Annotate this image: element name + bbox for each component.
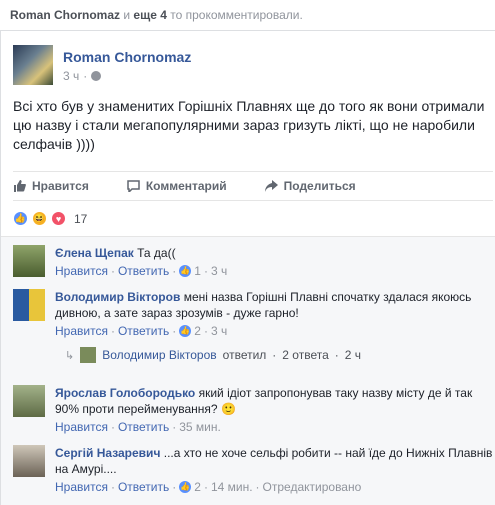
commenter-name[interactable]: Єлена Щепак	[55, 246, 134, 260]
comment-button[interactable]: Комментарий	[127, 179, 227, 193]
comment-like-link[interactable]: Нравится	[55, 480, 108, 494]
commenter-avatar[interactable]	[13, 245, 45, 277]
comment-body: Єлена Щепак Та да((	[55, 245, 495, 261]
comment-like-link[interactable]: Нравится	[55, 264, 108, 278]
reactions-count: 17	[74, 211, 88, 226]
post-time[interactable]: 3 ч	[63, 69, 79, 83]
love-reaction-icon: ♥	[51, 211, 66, 226]
comment-reply-link[interactable]: Ответить	[118, 480, 169, 494]
comment-likes[interactable]: 2	[194, 480, 201, 494]
reply-time: 2 ч	[344, 348, 362, 362]
like-count-icon: 👍	[179, 481, 192, 493]
post-actions: Нравится Комментарий Поделиться	[13, 171, 493, 201]
globe-icon[interactable]	[91, 71, 102, 81]
activity-name[interactable]: Roman Chornomaz	[10, 8, 120, 22]
comment-icon	[127, 180, 140, 192]
comments-section: Єлена Щепак Та да(( Нравится · Ответить …	[1, 236, 495, 505]
comment-time[interactable]: 3 ч	[211, 264, 227, 278]
comment-body: Сергій Назаревич ...а хто не хоче сельфі…	[55, 445, 495, 477]
comment-reply-link[interactable]: Ответить	[118, 324, 169, 338]
post-meta: 3 ч ·	[63, 69, 102, 83]
share-label: Поделиться	[283, 179, 356, 193]
comment-actions: Нравится · Ответить · 👍 2 · 3 ч	[55, 324, 228, 338]
like-label: Нравится	[32, 179, 89, 193]
comment-likes[interactable]: 1	[194, 264, 201, 278]
activity-others[interactable]: еще 4	[133, 8, 166, 22]
comment-label: Комментарий	[145, 179, 227, 193]
replies-toggle[interactable]: ↳ Володимир Вікторов ответил · 2 ответа …	[65, 347, 361, 363]
activity-line: Roman Chornomaz и еще 4 то прокомментиро…	[10, 8, 303, 22]
commenter-name[interactable]: Сергій Назаревич	[55, 446, 160, 460]
comment-actions: Нравится · Ответить · 👍 1 · 3 ч	[55, 264, 228, 278]
comment-likes[interactable]: 2	[194, 324, 201, 338]
comment-actions: Нравится · Ответить · 👍 2 · 14 мин. · От…	[55, 480, 362, 494]
thumbs-up-icon	[14, 180, 26, 192]
commenter-avatar[interactable]	[13, 385, 45, 417]
share-button[interactable]: Поделиться	[264, 179, 356, 193]
comment-time[interactable]: 3 ч	[211, 324, 227, 338]
post-card: Roman Chornomaz 3 ч · Всі хто був у знам…	[0, 30, 495, 505]
activity-rest: то прокомментировали.	[170, 8, 303, 22]
comment-time[interactable]: 35 мин.	[179, 420, 221, 434]
like-reaction-icon: 👍	[13, 211, 28, 226]
activity-conj: и	[123, 8, 131, 22]
reply-count: 2 ответа	[282, 348, 329, 362]
like-count-icon: 👍	[179, 325, 192, 337]
haha-reaction-icon: 😆	[32, 211, 47, 226]
reply-avatar	[80, 347, 97, 363]
comment-like-link[interactable]: Нравится	[55, 324, 108, 338]
comment-body: Володимир Вікторов мені назва Горішні Пл…	[55, 289, 495, 321]
comment-text: Та да((	[137, 246, 176, 260]
reply-arrow-icon: ↳	[65, 349, 75, 362]
comment-body: Ярослав Голобородько який ідіот запропон…	[55, 385, 495, 417]
author-avatar[interactable]	[13, 45, 53, 85]
comment-like-link[interactable]: Нравится	[55, 420, 108, 434]
post-author[interactable]: Roman Chornomaz	[63, 49, 191, 65]
comment-reply-link[interactable]: Ответить	[118, 264, 169, 278]
comment-time[interactable]: 14 мин.	[211, 480, 253, 494]
edited-label[interactable]: Отредактировано	[263, 480, 362, 494]
commenter-avatar[interactable]	[13, 289, 45, 321]
commenter-name[interactable]: Володимир Вікторов	[55, 290, 180, 304]
post-text: Всі хто був у знаменитих Горішніх Плавня…	[13, 98, 485, 152]
like-button[interactable]: Нравится	[13, 179, 89, 193]
commenter-name[interactable]: Ярослав Голобородько	[55, 386, 195, 400]
commenter-avatar[interactable]	[13, 445, 45, 477]
reply-label: ответил	[222, 348, 267, 362]
smile-emoji: 🙂	[220, 402, 236, 416]
comment-reply-link[interactable]: Ответить	[118, 420, 169, 434]
dot-separator: ·	[83, 69, 88, 83]
comment-actions: Нравится · Ответить · 35 мин.	[55, 420, 221, 434]
share-icon	[264, 180, 278, 192]
like-count-icon: 👍	[179, 265, 192, 277]
reply-author: Володимир Вікторов	[102, 348, 217, 362]
reactions-summary[interactable]: 👍 😆 ♥ 17	[13, 211, 87, 226]
